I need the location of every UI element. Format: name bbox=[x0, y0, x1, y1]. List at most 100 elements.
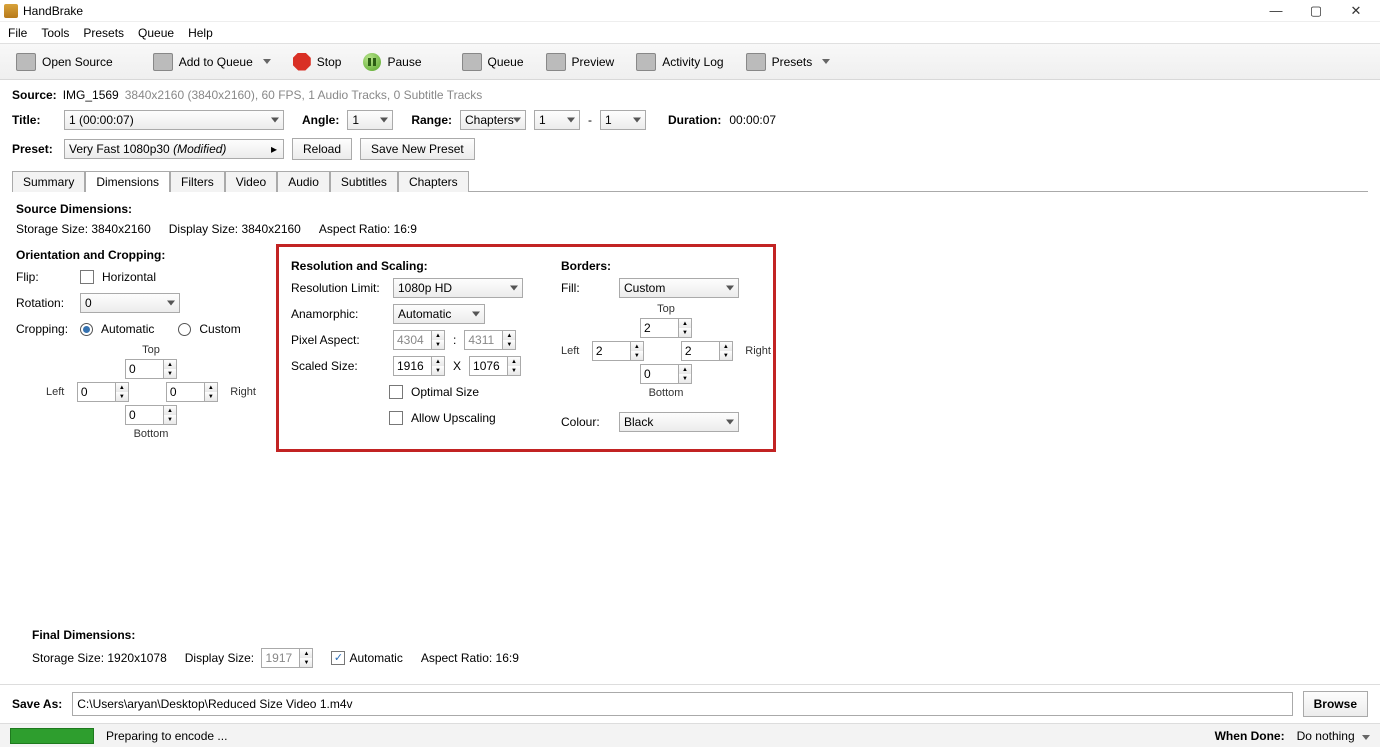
reload-button[interactable]: Reload bbox=[292, 138, 352, 160]
res-limit-select[interactable]: 1080p HD bbox=[393, 278, 523, 298]
title-row: Title: 1 (00:00:07) Angle: 1 Range: Chap… bbox=[0, 106, 1380, 134]
pixel-aspect-b-input[interactable]: ▲▼ bbox=[464, 330, 516, 350]
crop-top-label: Top bbox=[142, 344, 160, 356]
cropping-auto-radio[interactable] bbox=[80, 323, 93, 336]
angle-label: Angle: bbox=[302, 113, 339, 127]
cropping-custom-radio[interactable] bbox=[178, 323, 191, 336]
tab-chapters[interactable]: Chapters bbox=[398, 171, 469, 192]
when-done-select[interactable]: Do nothing bbox=[1297, 729, 1370, 743]
final-display-label: Display Size: bbox=[185, 651, 254, 665]
when-done-label: When Done: bbox=[1215, 729, 1285, 743]
app-icon bbox=[4, 4, 18, 18]
menu-file[interactable]: File bbox=[8, 26, 27, 40]
allow-upscaling-checkbox[interactable] bbox=[389, 411, 403, 425]
duration-value: 00:00:07 bbox=[729, 113, 776, 127]
crop-top-input[interactable]: ▲▼ bbox=[125, 359, 177, 379]
activity-log-button[interactable]: Activity Log bbox=[628, 50, 731, 74]
final-auto-checkbox[interactable] bbox=[331, 651, 345, 665]
scaled-height-input[interactable]: ▲▼ bbox=[469, 356, 521, 376]
flip-horizontal-label: Horizontal bbox=[102, 270, 156, 284]
tab-audio[interactable]: Audio bbox=[277, 171, 330, 192]
preview-button[interactable]: Preview bbox=[538, 50, 623, 74]
title-label: Title: bbox=[12, 113, 56, 127]
borders-section: Borders: Fill: Custom Top ▲▼ Left ▲▼ bbox=[561, 255, 761, 437]
add-to-queue-button[interactable]: Add to Queue bbox=[145, 50, 279, 74]
fill-label: Fill: bbox=[561, 281, 611, 295]
source-row: Source: IMG_1569 3840x2160 (3840x2160), … bbox=[0, 80, 1380, 106]
crop-right-input[interactable]: ▲▼ bbox=[166, 382, 218, 402]
stop-label: Stop bbox=[317, 55, 342, 69]
menu-tools[interactable]: Tools bbox=[41, 26, 69, 40]
presets-button[interactable]: Presets bbox=[738, 50, 839, 74]
optimal-size-checkbox[interactable] bbox=[389, 385, 403, 399]
tab-subtitles[interactable]: Subtitles bbox=[330, 171, 398, 192]
menu-presets[interactable]: Presets bbox=[83, 26, 124, 40]
final-dims-heading: Final Dimensions: bbox=[32, 628, 1348, 642]
preset-select[interactable]: Very Fast 1080p30 (Modified) ▸ bbox=[64, 139, 284, 159]
final-display-input[interactable]: ▲▼ bbox=[261, 648, 313, 668]
maximize-button[interactable]: ▢ bbox=[1296, 1, 1336, 21]
save-new-preset-button[interactable]: Save New Preset bbox=[360, 138, 475, 160]
range-to-select[interactable]: 1 bbox=[600, 110, 646, 130]
crop-left-input[interactable]: ▲▼ bbox=[77, 382, 129, 402]
res-heading: Resolution and Scaling: bbox=[291, 259, 531, 273]
menubar: File Tools Presets Queue Help bbox=[0, 22, 1380, 44]
app-title: HandBrake bbox=[23, 4, 83, 18]
source-dims-heading: Source Dimensions: bbox=[16, 202, 1364, 216]
range-type-select[interactable]: Chapters bbox=[460, 110, 526, 130]
border-right-input[interactable]: ▲▼ bbox=[681, 341, 733, 361]
dimensions-panel: Source Dimensions: Storage Size: 3840x21… bbox=[12, 191, 1368, 684]
border-left-input[interactable]: ▲▼ bbox=[592, 341, 644, 361]
queue-icon bbox=[462, 53, 482, 71]
open-source-button[interactable]: Open Source bbox=[8, 50, 121, 74]
anamorphic-select[interactable]: Automatic bbox=[393, 304, 485, 324]
rotation-select[interactable]: 0 bbox=[80, 293, 180, 313]
open-source-label: Open Source bbox=[42, 55, 113, 69]
range-from-select[interactable]: 1 bbox=[534, 110, 580, 130]
res-limit-label: Resolution Limit: bbox=[291, 281, 385, 295]
angle-select[interactable]: 1 bbox=[347, 110, 393, 130]
border-bottom-input[interactable]: ▲▼ bbox=[640, 364, 692, 384]
source-display-size: Display Size: 3840x2160 bbox=[169, 222, 301, 236]
border-bottom-label: Bottom bbox=[649, 387, 684, 399]
source-label: Source: bbox=[12, 88, 57, 102]
queue-button[interactable]: Queue bbox=[454, 50, 532, 74]
menu-help[interactable]: Help bbox=[188, 26, 213, 40]
title-select[interactable]: 1 (00:00:07) bbox=[64, 110, 284, 130]
pixel-aspect-a-input[interactable]: ▲▼ bbox=[393, 330, 445, 350]
tab-video[interactable]: Video bbox=[225, 171, 277, 192]
tab-dimensions[interactable]: Dimensions bbox=[85, 171, 170, 192]
browse-button[interactable]: Browse bbox=[1303, 691, 1368, 717]
stop-button[interactable]: Stop bbox=[285, 50, 350, 74]
save-as-input[interactable] bbox=[72, 692, 1292, 716]
flip-horizontal-checkbox[interactable] bbox=[80, 270, 94, 284]
tab-filters[interactable]: Filters bbox=[170, 171, 225, 192]
presets-label: Presets bbox=[772, 55, 813, 69]
borders-heading: Borders: bbox=[561, 259, 761, 273]
presets-icon bbox=[746, 53, 766, 71]
minimize-button[interactable]: — bbox=[1256, 1, 1296, 21]
source-aspect: Aspect Ratio: 16:9 bbox=[319, 222, 417, 236]
colour-select[interactable]: Black bbox=[619, 412, 739, 432]
crop-right-label: Right bbox=[230, 386, 256, 398]
tab-summary[interactable]: Summary bbox=[12, 171, 85, 192]
cropping-label: Cropping: bbox=[16, 322, 72, 336]
scaled-width-input[interactable]: ▲▼ bbox=[393, 356, 445, 376]
add-queue-label: Add to Queue bbox=[179, 55, 253, 69]
close-button[interactable]: ✕ bbox=[1336, 1, 1376, 21]
toolbar: Open Source Add to Queue Stop Pause Queu… bbox=[0, 44, 1380, 80]
chevron-down-icon bbox=[263, 59, 271, 64]
border-top-label: Top bbox=[657, 303, 675, 315]
fill-select[interactable]: Custom bbox=[619, 278, 739, 298]
source-storage-size: Storage Size: 3840x2160 bbox=[16, 222, 151, 236]
pause-label: Pause bbox=[387, 55, 421, 69]
border-right-label: Right bbox=[745, 345, 771, 357]
titlebar: HandBrake — ▢ ✕ bbox=[0, 0, 1380, 22]
menu-queue[interactable]: Queue bbox=[138, 26, 174, 40]
pause-button[interactable]: Pause bbox=[355, 50, 429, 74]
clapper-icon bbox=[16, 53, 36, 71]
crop-bottom-input[interactable]: ▲▼ bbox=[125, 405, 177, 425]
final-auto-label: Automatic bbox=[349, 651, 402, 665]
border-top-input[interactable]: ▲▼ bbox=[640, 318, 692, 338]
preview-label: Preview bbox=[572, 55, 615, 69]
